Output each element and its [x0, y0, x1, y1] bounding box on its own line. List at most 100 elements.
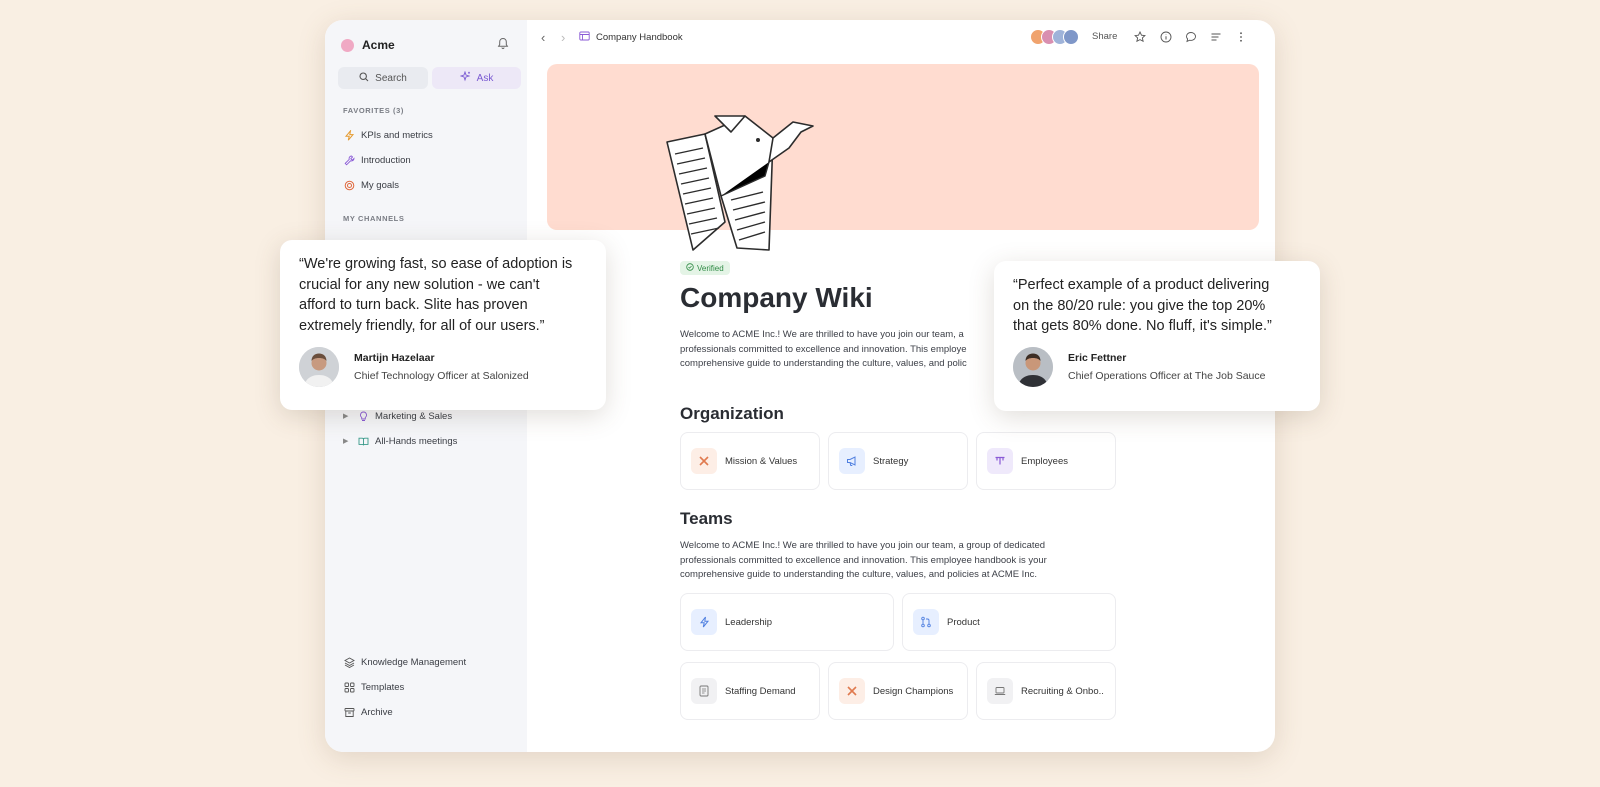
- avatar: [1013, 347, 1053, 387]
- testimonial-role: Chief Operations Officer at The Job Sauc…: [1068, 370, 1266, 382]
- sidebar-item-label: Marketing & Sales: [375, 410, 453, 422]
- archive-icon: [343, 706, 355, 718]
- sidebar-item-label: Introduction: [361, 154, 411, 166]
- card-leadership[interactable]: Leadership: [680, 593, 894, 651]
- sidebar-item-kpis[interactable]: KPIs and metrics: [343, 129, 433, 141]
- cover-banner: [547, 64, 1259, 230]
- organization-heading: Organization: [680, 404, 784, 423]
- card-recruiting-onboarding[interactable]: Recruiting & Onbo..: [976, 662, 1116, 720]
- sidebar-item-label: All-Hands meetings: [375, 435, 458, 447]
- card-label: Employees: [1021, 455, 1068, 467]
- card-label: Leadership: [725, 616, 773, 628]
- card-label: Recruiting & Onbo..: [1021, 685, 1104, 697]
- teams-line: professionals committed to excellence an…: [680, 554, 1047, 566]
- topbar: ‹ › Company Handbook Share: [527, 20, 1275, 56]
- testimonial-card-left: “We're growing fast, so ease of adoption…: [280, 240, 606, 410]
- info-icon[interactable]: [1159, 30, 1173, 44]
- sidebar-item-knowledge-management[interactable]: Knowledge Management: [343, 656, 466, 668]
- card-strategy[interactable]: Strategy: [828, 432, 968, 490]
- sidebar-item-label: Knowledge Management: [361, 656, 467, 668]
- origami-elephant-illustration: [666, 115, 814, 251]
- testimonial-line: that gets 80% done. No fluff, it's simpl…: [1013, 318, 1272, 334]
- more-icon[interactable]: [1234, 30, 1248, 44]
- sidebar-item-label: Archive: [361, 706, 393, 718]
- book-icon: [357, 435, 369, 447]
- search-icon: [359, 71, 369, 85]
- card-label: Product: [947, 616, 980, 628]
- breadcrumb[interactable]: Company Handbook: [579, 31, 683, 44]
- chevron-right-icon[interactable]: ▶: [343, 412, 351, 420]
- ask-button[interactable]: Ask: [432, 67, 521, 89]
- bell-icon[interactable]: [497, 37, 509, 55]
- testimonial-line: crucial for any new solution - we can't: [299, 276, 540, 293]
- testimonial-name: Eric Fettner: [1068, 352, 1127, 364]
- comment-icon[interactable]: [1184, 30, 1198, 44]
- lightning-icon: [343, 129, 355, 141]
- forward-icon[interactable]: ›: [561, 30, 565, 45]
- card-employees[interactable]: Employees: [976, 432, 1116, 490]
- target-icon: [343, 179, 355, 191]
- collaborator-avatars[interactable]: [1030, 29, 1079, 45]
- testimonial-text: “We're growing fast, so ease of adoption…: [299, 254, 572, 336]
- sidebar-item-marketing-sales[interactable]: ▶ Marketing & Sales: [343, 410, 452, 422]
- testimonial-line: on the 80/20 rule: you give the top 20%: [1013, 297, 1266, 314]
- chevron-right-icon[interactable]: ▶: [343, 437, 351, 445]
- card-product[interactable]: Product: [902, 593, 1116, 651]
- lightning-icon: [691, 609, 717, 635]
- layers-icon: [343, 656, 355, 668]
- verified-label: Verified: [697, 263, 724, 273]
- tools-icon: [839, 678, 865, 704]
- branch-icon: [913, 609, 939, 635]
- document-icon: [691, 678, 717, 704]
- favorites-section-label: FAVORITES (3): [343, 106, 404, 115]
- workspace-name: Acme: [362, 38, 395, 52]
- teams-line: comprehensive guide to understanding the…: [680, 569, 1037, 580]
- breadcrumb-label: Company Handbook: [596, 32, 683, 43]
- laptop-icon: [987, 678, 1013, 704]
- testimonial-line: afford to turn back. Slite has proven: [299, 297, 528, 313]
- ask-label: Ask: [476, 72, 494, 84]
- search-label: Search: [375, 72, 407, 84]
- tools-icon: [691, 448, 717, 474]
- card-label: Staffing Demand: [725, 685, 796, 697]
- card-mission-values[interactable]: Mission & Values: [680, 432, 820, 490]
- outline-icon[interactable]: [1209, 30, 1223, 44]
- sidebar-item-label: KPIs and metrics: [361, 129, 433, 141]
- search-button[interactable]: Search: [338, 67, 428, 89]
- testimonial-line: “We're growing fast, so ease of adoption…: [299, 256, 573, 272]
- teams-heading: Teams: [680, 509, 733, 528]
- share-button[interactable]: Share: [1092, 31, 1117, 42]
- sidebar-item-all-hands[interactable]: ▶ All-Hands meetings: [343, 435, 457, 447]
- sparkle-icon: [459, 70, 471, 85]
- sidebar-item-label: My goals: [361, 179, 400, 191]
- grid-icon: [343, 681, 355, 693]
- card-label: Design Champions: [873, 685, 954, 697]
- card-staffing-demand[interactable]: Staffing Demand: [680, 662, 820, 720]
- sidebar-item-archive[interactable]: Archive: [343, 706, 393, 718]
- wrench-icon: [343, 154, 355, 166]
- users-icon: [987, 448, 1013, 474]
- workspace-switcher[interactable]: Acme: [341, 38, 395, 52]
- sidebar-item-introduction[interactable]: Introduction: [343, 154, 411, 166]
- avatar: [299, 347, 339, 387]
- teams-paragraph: Welcome to ACME Inc.! We are thrilled to…: [680, 539, 1100, 583]
- lightbulb-icon: [357, 410, 369, 422]
- testimonial-line: extremely friendly, for all of our users…: [299, 317, 545, 334]
- testimonial-text: “Perfect example of a product delivering…: [1013, 275, 1272, 337]
- sidebar-item-label: Templates: [361, 681, 405, 693]
- star-icon[interactable]: [1133, 30, 1147, 44]
- back-icon[interactable]: ‹: [541, 30, 545, 45]
- card-design-champions[interactable]: Design Champions: [828, 662, 968, 720]
- check-circle-icon: [686, 263, 694, 273]
- handbook-icon: [579, 31, 590, 44]
- card-label: Strategy: [873, 455, 909, 467]
- page-title: Company Wiki: [680, 282, 873, 313]
- teams-line: Welcome to ACME Inc.! We are thrilled to…: [680, 540, 1046, 551]
- sidebar-item-my-goals[interactable]: My goals: [343, 179, 399, 191]
- card-label: Mission & Values: [725, 455, 798, 467]
- testimonial-role: Chief Technology Officer at Salonized: [354, 370, 529, 382]
- testimonial-name: Martijn Hazelaar: [354, 352, 435, 364]
- sidebar-item-templates[interactable]: Templates: [343, 681, 404, 693]
- verified-badge: Verified: [680, 261, 730, 275]
- channels-section-label: MY CHANNELS: [343, 214, 405, 223]
